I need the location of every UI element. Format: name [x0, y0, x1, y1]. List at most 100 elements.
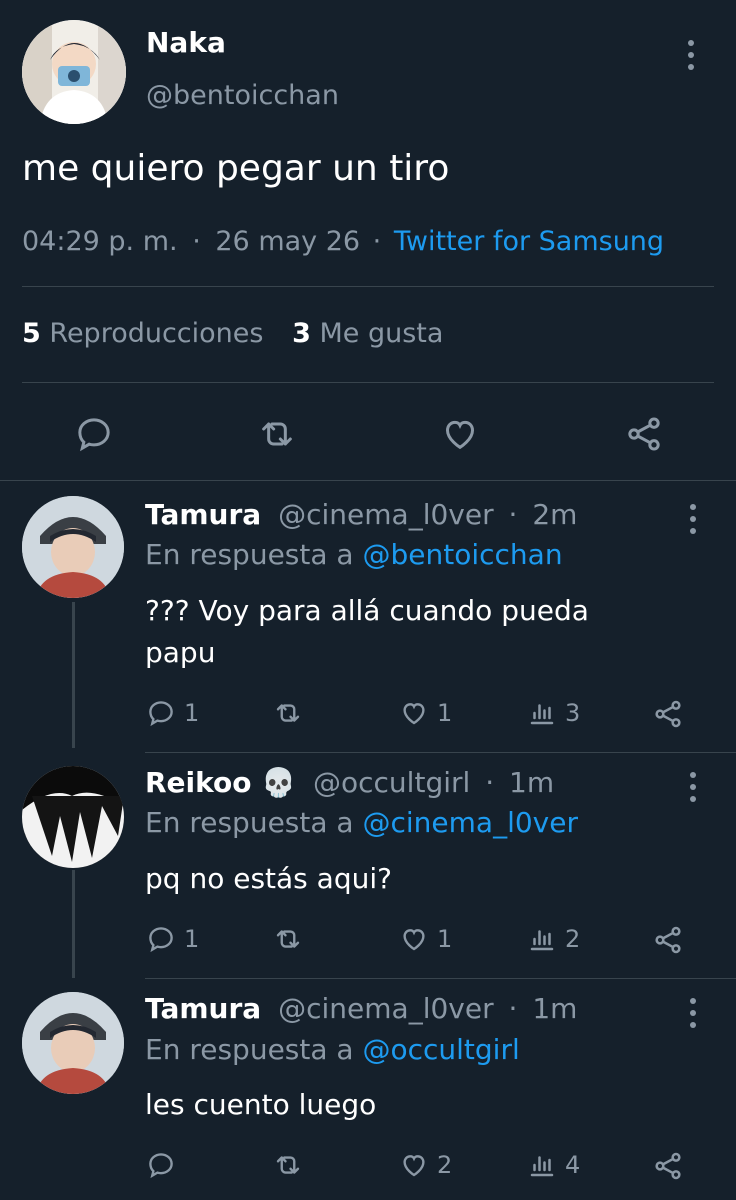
views-icon	[530, 930, 554, 951]
replying-to-handle[interactable]: @occultgirl	[362, 1033, 519, 1066]
replying-to: En respuesta a @bentoicchan	[145, 538, 563, 571]
reply-text: ??? Voy para allá cuando pueda papu	[145, 590, 589, 674]
engagement-stats: 5 Reproducciones 3 Me gusta	[22, 318, 443, 349]
reply-time: 1m	[509, 766, 555, 799]
reply-time: 2m	[532, 498, 578, 531]
share-icon[interactable]	[652, 698, 684, 730]
tweet-source-link[interactable]: Twitter for Samsung	[394, 226, 664, 257]
views-count: 3	[565, 699, 581, 727]
reply-icon[interactable]	[74, 414, 114, 454]
divider	[145, 752, 736, 753]
replying-to: En respuesta a @cinema_l0ver	[145, 806, 578, 839]
reply-action[interactable]: 1	[146, 924, 199, 954]
reply-header: Tamura @cinema_l0ver · 2m	[145, 498, 577, 531]
reply-action[interactable]	[146, 1150, 176, 1180]
author-handle[interactable]: @bentoicchan	[146, 80, 339, 111]
reply-icon	[149, 701, 173, 727]
tweet-date: 26 may 26	[215, 226, 361, 257]
replying-to-handle[interactable]: @cinema_l0ver	[362, 806, 577, 839]
reply-text-line: les cuento luego	[145, 1088, 377, 1121]
reply-author-name[interactable]: Tamura	[145, 992, 261, 1025]
avatar-tamura[interactable]	[22, 992, 124, 1094]
reply-author-name[interactable]: Tamura	[145, 498, 261, 531]
like-count: 1	[437, 699, 453, 727]
views-action[interactable]: 3	[527, 698, 580, 728]
reply-author-handle[interactable]: @cinema_l0ver	[278, 498, 493, 531]
like-action[interactable]: 1	[399, 698, 452, 728]
more-icon[interactable]	[689, 504, 697, 540]
views-count: 4	[565, 1151, 581, 1179]
thread-line	[72, 602, 75, 748]
divider	[145, 978, 736, 979]
retweet-icon	[276, 704, 300, 722]
share-icon[interactable]	[652, 1150, 684, 1182]
like-action[interactable]: 2	[399, 1150, 452, 1180]
meta-separator: ·	[508, 992, 518, 1025]
like-count: 1	[437, 925, 453, 953]
divider	[22, 382, 714, 383]
avatar-tamura[interactable]	[22, 496, 124, 598]
views-stat[interactable]: 5 Reproducciones	[22, 318, 272, 349]
reply-text: les cuento luego	[145, 1084, 376, 1126]
more-icon[interactable]	[689, 998, 697, 1034]
tweet-meta: 04:29 p. m. · 26 may 26 · Twitter for Sa…	[22, 226, 664, 257]
like-count: 2	[437, 1151, 453, 1179]
meta-separator: ·	[372, 226, 382, 257]
meta-separator: ·	[485, 766, 495, 799]
reply-icon	[149, 927, 173, 953]
replying-to-label: En respuesta a	[145, 1033, 354, 1066]
views-label: Reproducciones	[49, 318, 264, 349]
meta-separator: ·	[508, 498, 518, 531]
like-icon	[403, 929, 425, 951]
more-icon[interactable]	[689, 772, 697, 808]
retweet-icon	[276, 1156, 300, 1174]
retweet-action[interactable]	[272, 698, 304, 728]
views-icon	[530, 1156, 554, 1177]
views-count: 5	[22, 318, 41, 349]
like-icon	[403, 1155, 425, 1177]
reply-text-line: papu	[145, 636, 216, 669]
reply-header: Tamura @cinema_l0ver · 1m	[145, 992, 577, 1025]
replying-to-handle[interactable]: @bentoicchan	[362, 538, 562, 571]
reply-icon	[149, 1153, 173, 1179]
retweet-icon[interactable]	[257, 414, 297, 454]
author-name[interactable]: Naka	[146, 26, 226, 59]
reply-author-handle[interactable]: @occultgirl	[313, 766, 470, 799]
tweet-text: me quiero pegar un tiro	[22, 148, 450, 189]
replying-to-label: En respuesta a	[145, 538, 354, 571]
likes-stat[interactable]: 3 Me gusta	[292, 318, 443, 349]
replying-to-label: En respuesta a	[145, 806, 354, 839]
reply-action[interactable]: 1	[146, 698, 199, 728]
likes-label: Me gusta	[319, 318, 444, 349]
divider	[0, 480, 736, 481]
reply-count: 1	[184, 925, 200, 953]
like-action[interactable]: 1	[399, 924, 452, 954]
reply-count: 1	[184, 699, 200, 727]
tweet-time: 04:29 p. m.	[22, 226, 178, 257]
views-icon	[530, 704, 554, 725]
like-icon[interactable]	[440, 414, 480, 454]
views-action[interactable]: 4	[527, 1150, 580, 1180]
reply-header: Reikoo 💀 @occultgirl · 1m	[145, 766, 554, 799]
avatar-naka[interactable]	[22, 20, 126, 124]
retweet-action[interactable]	[272, 924, 304, 954]
share-icon[interactable]	[624, 414, 664, 454]
divider	[22, 286, 714, 287]
reply-author-handle[interactable]: @cinema_l0ver	[278, 992, 493, 1025]
reply-text-line: pq no estás aqui?	[145, 862, 392, 895]
like-icon	[403, 703, 425, 725]
avatar-reikoo[interactable]	[22, 766, 124, 868]
views-action[interactable]: 2	[527, 924, 580, 954]
share-icon[interactable]	[652, 924, 684, 956]
thread-line	[72, 870, 75, 978]
reply-text: pq no estás aqui?	[145, 858, 392, 900]
reply-time: 1m	[532, 992, 578, 1025]
retweet-action[interactable]	[272, 1150, 304, 1180]
replying-to: En respuesta a @occultgirl	[145, 1033, 520, 1066]
more-icon[interactable]	[687, 40, 695, 76]
reply-author-name[interactable]: Reikoo 💀	[145, 766, 296, 799]
likes-count: 3	[292, 318, 311, 349]
retweet-icon	[276, 930, 300, 948]
views-count: 2	[565, 925, 581, 953]
reply-text-line: ??? Voy para allá cuando pueda	[145, 594, 589, 627]
